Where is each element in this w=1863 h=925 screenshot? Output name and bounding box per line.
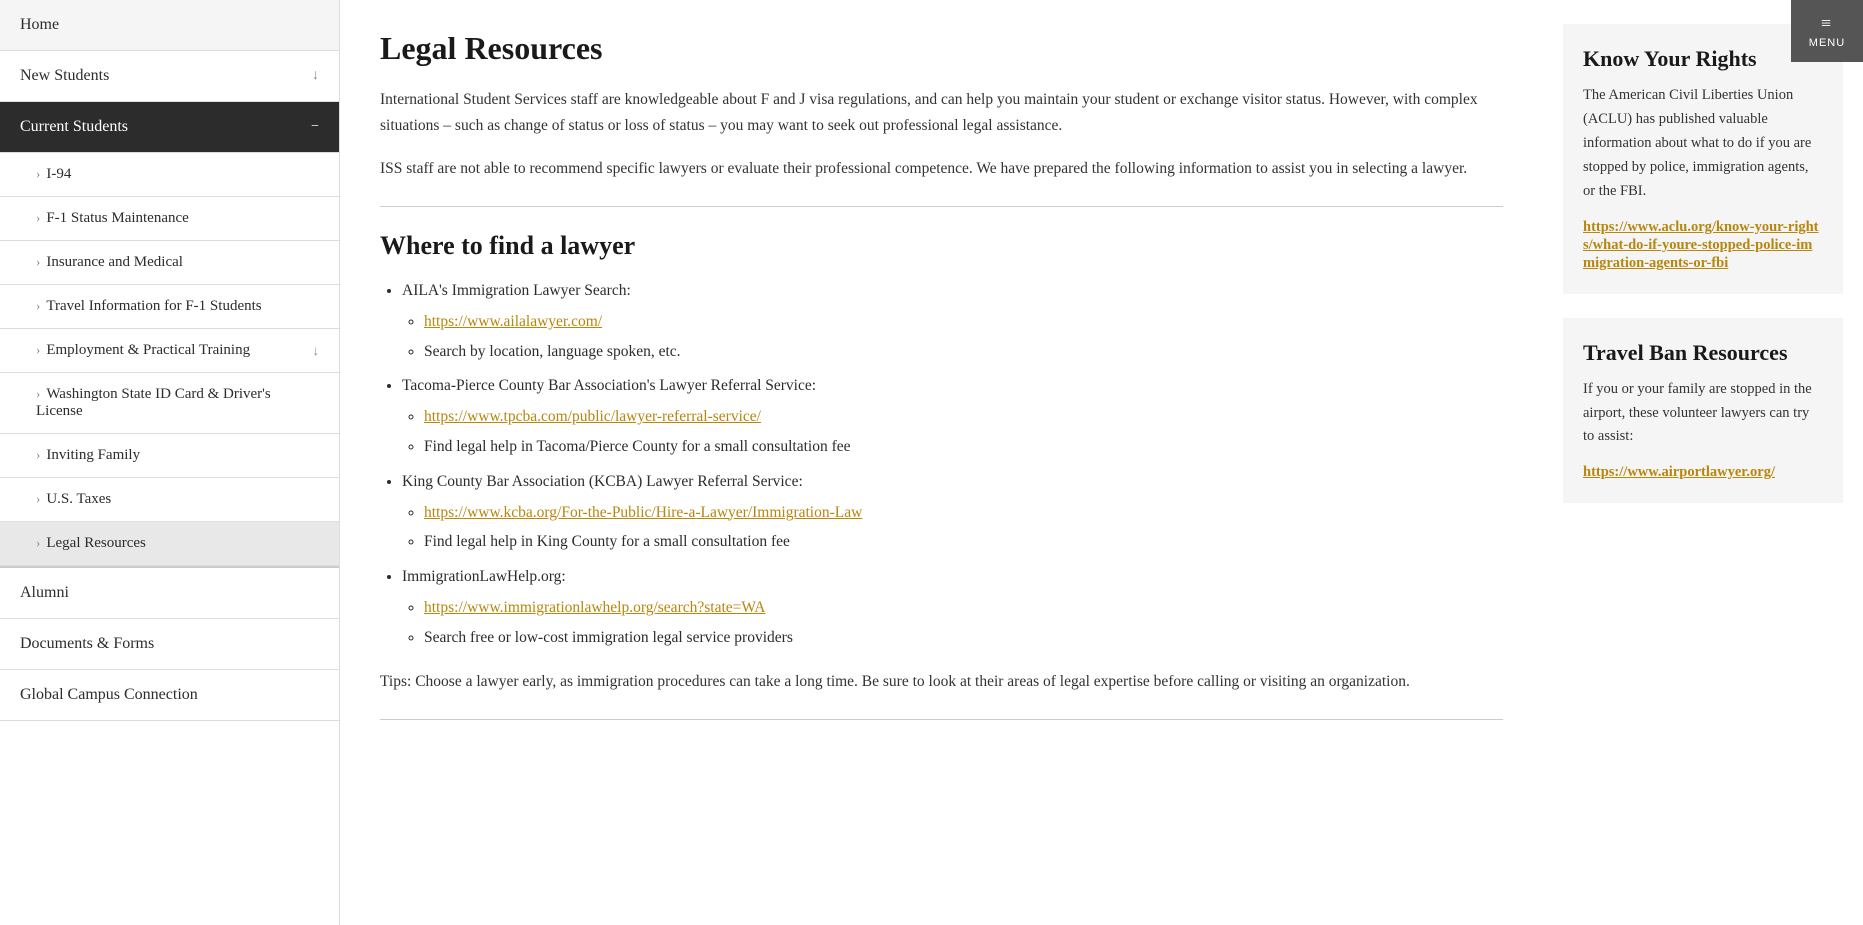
left-sidebar: Home New Students ↓ Current Students − ›… bbox=[0, 0, 340, 925]
sidebar-item-inviting[interactable]: ›Inviting Family bbox=[0, 434, 339, 478]
sub-list: https://www.ailalawyer.com/ Search by lo… bbox=[402, 310, 1503, 365]
kcba-link[interactable]: https://www.kcba.org/For-the-Public/Hire… bbox=[424, 504, 862, 521]
chevron-right-icon: › bbox=[36, 166, 40, 182]
sub-list: https://www.kcba.org/For-the-Public/Hire… bbox=[402, 501, 1503, 556]
list-item: https://www.ailalawyer.com/ bbox=[424, 310, 1503, 335]
sidebar-item-insurance[interactable]: ›Insurance and Medical bbox=[0, 241, 339, 285]
sidebar-item-legal[interactable]: ›Legal Resources bbox=[0, 522, 339, 566]
resource-label: King County Bar Association (KCBA) Lawye… bbox=[402, 473, 803, 490]
sidebar-item-current-students[interactable]: Current Students − bbox=[0, 102, 339, 153]
right-sidebar: Know Your Rights The American Civil Libe… bbox=[1543, 0, 1863, 925]
list-item: https://www.kcba.org/For-the-Public/Hire… bbox=[424, 501, 1503, 526]
chevron-right-icon: › bbox=[36, 447, 40, 463]
list-item: Find legal help in King County for a sma… bbox=[424, 530, 1503, 555]
minus-icon: − bbox=[311, 119, 319, 135]
know-rights-description: The American Civil Liberties Union (ACLU… bbox=[1583, 84, 1823, 204]
chevron-right-icon: › bbox=[36, 210, 40, 226]
chevron-right-icon: › bbox=[36, 386, 40, 402]
list-item: Search by location, language spoken, etc… bbox=[424, 340, 1503, 365]
menu-label: MENU bbox=[1809, 37, 1845, 49]
sub-list: https://www.immigrationlawhelp.org/searc… bbox=[402, 596, 1503, 651]
list-item: AILA's Immigration Lawyer Search: https:… bbox=[402, 279, 1503, 364]
menu-button[interactable]: ≡ MENU bbox=[1791, 0, 1863, 62]
chevron-down-icon: ↓ bbox=[312, 68, 319, 84]
list-item: https://www.immigrationlawhelp.org/searc… bbox=[424, 596, 1503, 621]
resource-label: Tacoma-Pierce County Bar Association's L… bbox=[402, 377, 816, 394]
intro-paragraph-2: ISS staff are not able to recommend spec… bbox=[380, 156, 1503, 182]
intro-paragraph-1: International Student Services staff are… bbox=[380, 87, 1503, 140]
know-rights-card: Know Your Rights The American Civil Libe… bbox=[1563, 24, 1843, 294]
divider bbox=[380, 206, 1503, 207]
hamburger-icon: ≡ bbox=[1821, 13, 1833, 34]
list-item: https://www.tpcba.com/public/lawyer-refe… bbox=[424, 405, 1503, 430]
sidebar-item-global[interactable]: Global Campus Connection bbox=[0, 670, 339, 721]
travel-ban-description: If you or your family are stopped in the… bbox=[1583, 378, 1823, 450]
sub-list: https://www.tpcba.com/public/lawyer-refe… bbox=[402, 405, 1503, 460]
sidebar-item-new-students[interactable]: New Students ↓ bbox=[0, 51, 339, 102]
tips-paragraph: Tips: Choose a lawyer early, as immigrat… bbox=[380, 669, 1503, 695]
sidebar-item-home[interactable]: Home bbox=[0, 0, 339, 51]
page-title: Legal Resources bbox=[380, 30, 1503, 67]
section-title-lawyer: Where to find a lawyer bbox=[380, 231, 1503, 261]
lawyer-resources-list: AILA's Immigration Lawyer Search: https:… bbox=[380, 279, 1503, 651]
resource-label: AILA's Immigration Lawyer Search: bbox=[402, 282, 631, 299]
sidebar-item-alumni[interactable]: Alumni bbox=[0, 566, 339, 619]
list-item: ImmigrationLawHelp.org: https://www.immi… bbox=[402, 565, 1503, 650]
bottom-divider bbox=[380, 719, 1503, 720]
chevron-right-icon: › bbox=[36, 535, 40, 551]
travel-ban-link[interactable]: https://www.airportlawyer.org/ bbox=[1583, 464, 1775, 480]
sidebar-item-travel[interactable]: ›Travel Information for F-1 Students bbox=[0, 285, 339, 329]
chevron-right-icon: › bbox=[36, 342, 40, 358]
sidebar-item-i94[interactable]: ›I-94 bbox=[0, 153, 339, 197]
list-item: Tacoma-Pierce County Bar Association's L… bbox=[402, 374, 1503, 459]
chevron-right-icon: › bbox=[36, 254, 40, 270]
sidebar-item-documents[interactable]: Documents & Forms bbox=[0, 619, 339, 670]
know-rights-title: Know Your Rights bbox=[1583, 46, 1823, 72]
list-item: Search free or low-cost immigration lega… bbox=[424, 626, 1503, 651]
sidebar-item-f1-status[interactable]: ›F-1 Status Maintenance bbox=[0, 197, 339, 241]
resource-label: ImmigrationLawHelp.org: bbox=[402, 568, 566, 585]
sidebar-item-wa-id[interactable]: ›Washington State ID Card & Driver's Lic… bbox=[0, 373, 339, 434]
list-item: Find legal help in Tacoma/Pierce County … bbox=[424, 435, 1503, 460]
travel-ban-card: Travel Ban Resources If you or your fami… bbox=[1563, 318, 1843, 504]
tpcba-link[interactable]: https://www.tpcba.com/public/lawyer-refe… bbox=[424, 408, 761, 425]
immigrationlawhelp-link[interactable]: https://www.immigrationlawhelp.org/searc… bbox=[424, 599, 765, 616]
main-content: Legal Resources International Student Se… bbox=[340, 0, 1543, 925]
sidebar-item-employment[interactable]: ›Employment & Practical Training ↓ bbox=[0, 329, 339, 373]
list-item: King County Bar Association (KCBA) Lawye… bbox=[402, 470, 1503, 555]
chevron-right-icon: › bbox=[36, 491, 40, 507]
aila-link[interactable]: https://www.ailalawyer.com/ bbox=[424, 313, 602, 330]
know-rights-link[interactable]: https://www.aclu.org/know-your-rights/wh… bbox=[1583, 219, 1819, 271]
chevron-down-icon: ↓ bbox=[313, 343, 320, 359]
chevron-right-icon: › bbox=[36, 298, 40, 314]
sidebar-item-taxes[interactable]: ›U.S. Taxes bbox=[0, 478, 339, 522]
travel-ban-title: Travel Ban Resources bbox=[1583, 340, 1823, 366]
